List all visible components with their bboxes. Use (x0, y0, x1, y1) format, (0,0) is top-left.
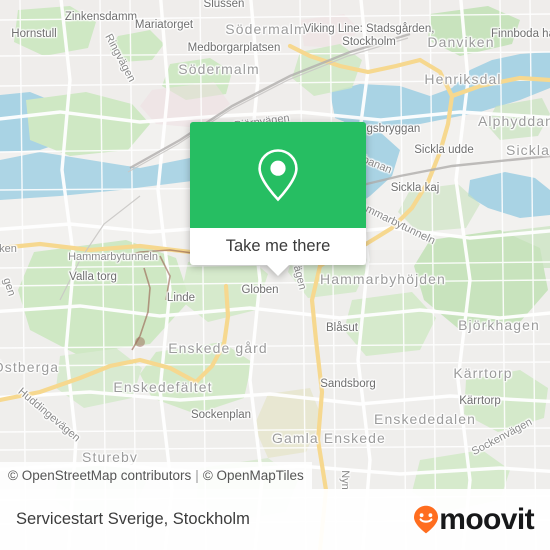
attribution-separator: | (195, 468, 199, 483)
map-screen: .water { fill:#a9d3e4; } .park { fill:#c… (0, 0, 550, 550)
attribution-osm[interactable]: © OpenStreetMap contributors (8, 468, 191, 483)
popup-header (190, 122, 366, 228)
location-title: Servicestart Sverige, Stockholm (16, 510, 250, 528)
map-attribution: © OpenStreetMap contributors | © OpenMap… (0, 462, 312, 489)
location-popup-card[interactable]: Take me there (190, 122, 366, 276)
popup-pointer-tail (267, 265, 289, 276)
moovit-pin-logo-icon (414, 505, 439, 534)
take-me-there-label: Take me there (225, 237, 331, 255)
moovit-logo[interactable]: moovit (413, 502, 535, 536)
map-pin-icon (258, 149, 298, 202)
popup-action-bar[interactable]: Take me there (190, 228, 366, 276)
moovit-wordmark: moovit (439, 502, 534, 536)
attribution-tiles[interactable]: © OpenMapTiles (203, 468, 304, 483)
footer-bar: Servicestart Sverige, Stockholm moovit (0, 489, 550, 550)
